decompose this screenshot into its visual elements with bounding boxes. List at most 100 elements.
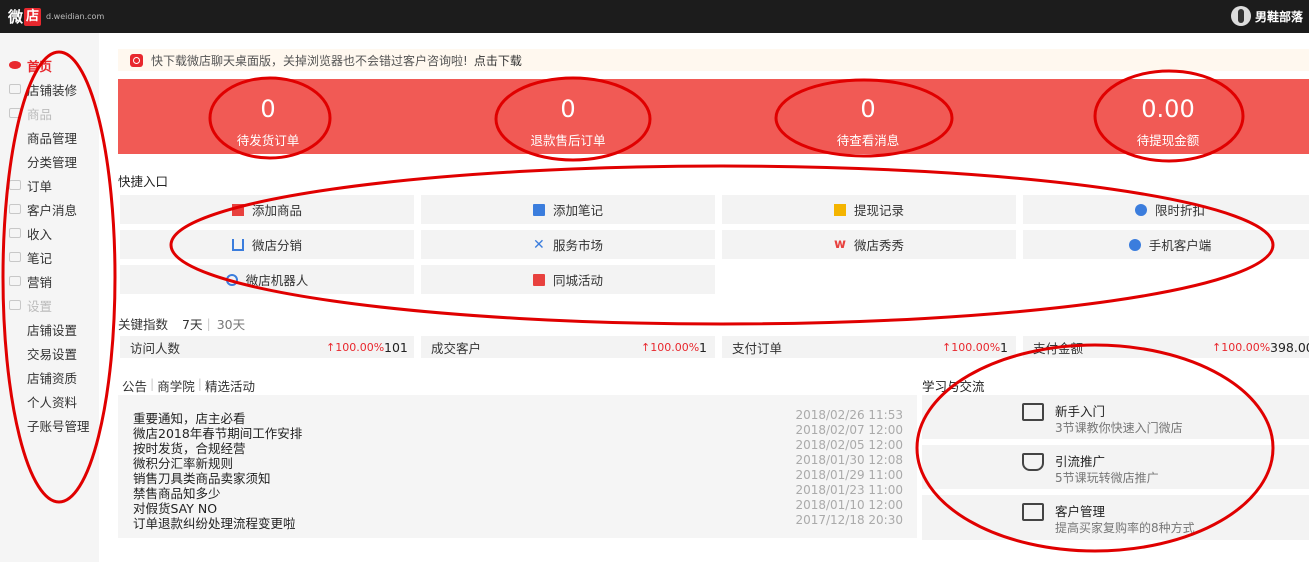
- quick-label: 手机客户端: [1148, 238, 1212, 253]
- stat-unread-messages[interactable]: 0 待查看消息: [768, 79, 968, 154]
- withdraw-icon: [833, 203, 846, 216]
- kpi-value: 398.00: [1270, 339, 1309, 355]
- download-link[interactable]: 点击下载: [474, 52, 522, 69]
- quick-label: 服务市场: [552, 238, 603, 253]
- quick-xiuxiu[interactable]: w 微店秀秀: [722, 230, 1016, 259]
- add-goods-icon: [231, 203, 244, 216]
- sidebar-item-goods-manage[interactable]: 商品管理: [0, 126, 99, 148]
- learn-item-title: 引流推广: [1055, 454, 1106, 469]
- kpi-label: 成交客户: [431, 340, 482, 356]
- stat-label: 待发货订单: [236, 133, 300, 148]
- note-icon: [9, 252, 21, 262]
- sidebar-item-trade-settings[interactable]: 交易设置: [0, 342, 99, 364]
- stat-withdrawable[interactable]: 0.00 待提现金额: [1068, 79, 1268, 154]
- top-bar: 微 店 d.weidian.com 男鞋部落: [0, 0, 1309, 33]
- sidebar-item-marketing[interactable]: 营销: [0, 270, 99, 292]
- list-item[interactable]: 微店2018年春节期间工作安排 2018/02/07 12:00: [133, 423, 903, 441]
- logo-word: 微: [8, 8, 24, 26]
- quick-add-goods[interactable]: 添加商品: [120, 195, 414, 224]
- kpi-paid-amount: 支付金额 ↑100.00% 398.00: [1023, 336, 1309, 358]
- kpi-customers: 成交客户 ↑100.00% 1: [421, 336, 715, 358]
- sidebar-item-income[interactable]: 收入: [0, 222, 99, 244]
- sidebar-item-notes[interactable]: 笔记: [0, 246, 99, 268]
- logo-box: 店: [24, 7, 42, 26]
- news-list: 重要通知，店主必看 2018/02/26 11:53 微店2018年春节期间工作…: [118, 395, 917, 538]
- sidebar-item-profile[interactable]: 个人资料: [0, 390, 99, 412]
- list-item[interactable]: 销售刀具类商品卖家须知 2018/01/29 11:00: [133, 468, 903, 486]
- quick-label: 添加商品: [251, 203, 302, 218]
- quick-label: 微店分销: [251, 238, 302, 253]
- quick-label: 微店秀秀: [853, 238, 904, 253]
- quick-label: 同城活动: [552, 273, 603, 288]
- sidebar-item-subaccount[interactable]: 子账号管理: [0, 414, 99, 436]
- quick-service-market[interactable]: ✕ 服务市场: [421, 230, 715, 259]
- quick-label: 微店机器人: [245, 273, 309, 288]
- stat-pending-shipment[interactable]: 0 待发货订单: [168, 79, 368, 154]
- sidebar-item-orders[interactable]: 订单: [0, 174, 99, 196]
- shop-account[interactable]: 男鞋部落: [1230, 6, 1303, 26]
- sidebar-item-label: 店铺设置: [27, 322, 78, 338]
- list-item[interactable]: 重要通知，店主必看 2018/02/26 11:53: [133, 408, 903, 426]
- sidebar-item-label: 客户消息: [27, 202, 78, 218]
- sidebar-item-label: 商品: [27, 106, 53, 122]
- stat-label: 待查看消息: [836, 133, 900, 148]
- sidebar-item-category[interactable]: 分类管理: [0, 150, 99, 172]
- sidebar-item-label: 商品管理: [27, 130, 78, 146]
- sidebar-item-decoration[interactable]: 店铺装修: [0, 78, 99, 100]
- tab-business-school[interactable]: 商学院: [157, 376, 195, 395]
- kpi-label: 支付订单: [732, 340, 783, 356]
- list-item[interactable]: 禁售商品知多少 2018/01/23 11:00: [133, 483, 903, 501]
- quick-local-events[interactable]: 同城活动: [421, 265, 715, 294]
- stat-refund-orders[interactable]: 0 退款售后订单: [468, 79, 668, 154]
- sidebar-item-shop-settings[interactable]: 店铺设置: [0, 318, 99, 340]
- sidebar-item-label: 订单: [27, 178, 53, 194]
- sidebar-item-qualification[interactable]: 店铺资质: [0, 366, 99, 388]
- list-item[interactable]: 微积分汇率新规则 2018/01/30 12:08: [133, 453, 903, 471]
- sidebar-item-label: 子账号管理: [27, 418, 90, 434]
- distribution-icon: [231, 238, 244, 251]
- book-icon: [1022, 403, 1044, 421]
- kpi-range-7-tab[interactable]: 7天: [182, 314, 202, 333]
- news-title: 订单退款纠纷处理流程变更啦: [133, 516, 296, 531]
- tab-featured-events[interactable]: 精选活动: [205, 376, 255, 395]
- list-item[interactable]: 按时发货，合规经营 2018/02/05 12:00: [133, 438, 903, 456]
- sidebar: 首页 店铺装修 商品 商品管理 分类管理 订单 客户消息 收入 笔记 营销 设置…: [0, 33, 99, 562]
- message-icon: [9, 204, 21, 214]
- clock-icon: [1134, 203, 1147, 216]
- kpi-pct: ↑100.00%: [1212, 340, 1271, 354]
- news-date: 2017/12/18 20:30: [795, 513, 903, 527]
- tab-announcement[interactable]: 公告: [122, 376, 147, 395]
- sidebar-item-messages[interactable]: 客户消息: [0, 198, 99, 220]
- list-item[interactable]: 对假货SAY NO 2018/01/10 12:00: [133, 498, 903, 516]
- learn-item-customers[interactable]: 客户管理 提高买家复购率的8种方式: [922, 495, 1309, 540]
- news-tabs: 公告 | 商学院 | 精选活动: [122, 376, 258, 395]
- kpi-header: 关键指数 7天 | 30天: [118, 314, 259, 333]
- quick-robot[interactable]: 微店机器人: [120, 265, 414, 294]
- learn-item-beginner[interactable]: 新手入门 3节课教你快速入门微店: [922, 395, 1309, 439]
- shop-icon: [9, 84, 21, 94]
- quick-mobile-client[interactable]: 手机客户端: [1023, 230, 1309, 259]
- quick-entry-title: 快捷入口: [118, 174, 169, 189]
- sidebar-item-home[interactable]: 首页: [0, 54, 99, 76]
- quick-flash-discount[interactable]: 限时折扣: [1023, 195, 1309, 224]
- quick-add-note[interactable]: 添加笔记: [421, 195, 715, 224]
- kpi-value: 1: [1000, 339, 1008, 355]
- kpi-pct: ↑100.00%: [942, 340, 1001, 354]
- weidian-logo[interactable]: 微 店 d.weidian.com: [8, 6, 104, 27]
- news-date: 2018/02/26 11:53: [795, 408, 903, 422]
- kpi-range-30-tab[interactable]: 30天: [217, 314, 245, 333]
- notice-text: 快下载微店聊天桌面版，关掉浏览器也不会错过客户咨询啦!: [151, 53, 468, 68]
- kpi-value: 1: [699, 339, 707, 355]
- news-date: 2018/02/07 12:00: [795, 423, 903, 437]
- logo-url: d.weidian.com: [46, 12, 105, 21]
- quick-withdraw-record[interactable]: 提现记录: [722, 195, 1016, 224]
- quick-distribution[interactable]: 微店分销: [120, 230, 414, 259]
- list-item[interactable]: 订单退款纠纷处理流程变更啦 2017/12/18 20:30: [133, 513, 903, 531]
- goods-icon: [9, 108, 21, 118]
- learn-item-promotion[interactable]: 引流推广 5节课玩转微店推广: [922, 445, 1309, 489]
- stat-label: 待提现金额: [1136, 133, 1200, 148]
- news-date: 2018/01/23 11:00: [795, 483, 903, 497]
- stat-value: 0: [260, 95, 276, 123]
- kpi-label: 访问人数: [130, 340, 181, 356]
- tab-separator: |: [150, 376, 155, 391]
